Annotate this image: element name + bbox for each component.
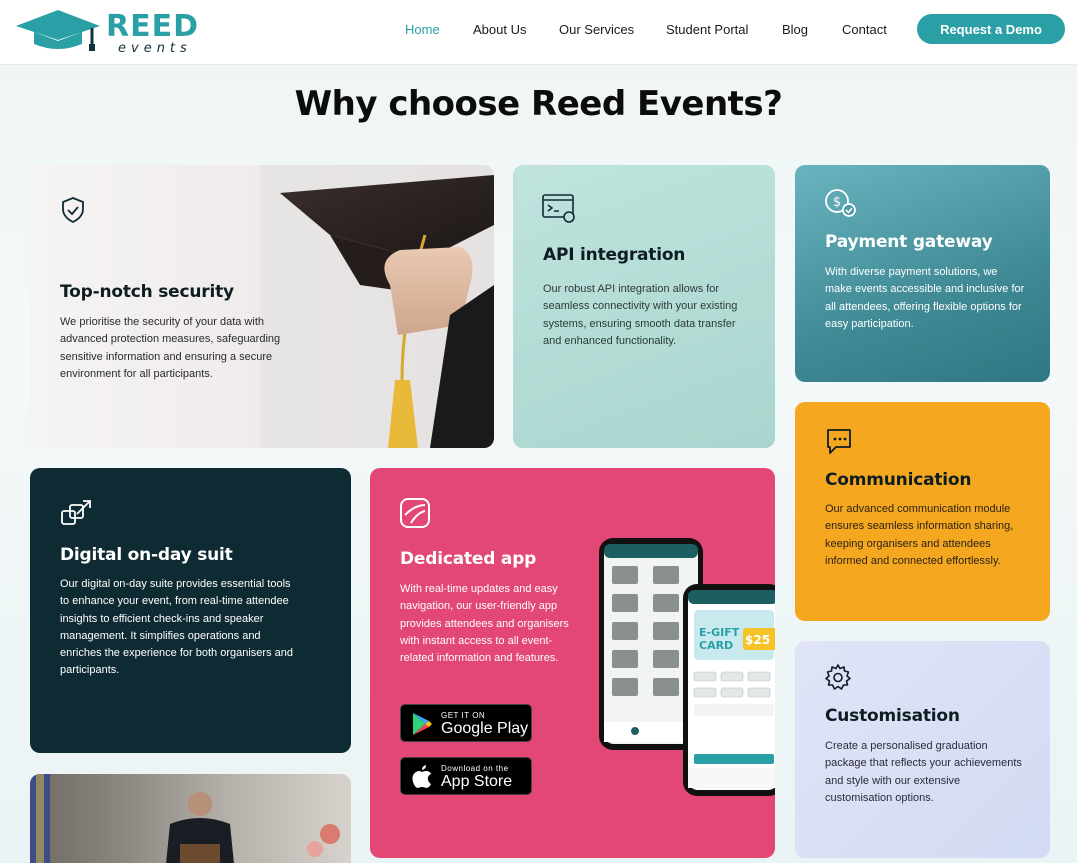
chat-bubble-icon bbox=[827, 429, 851, 454]
digital-title: Digital on-day suit bbox=[60, 545, 233, 565]
speaker-photo-card bbox=[30, 774, 351, 863]
digital-text: Our digital on-day suite provides essent… bbox=[60, 578, 293, 677]
reed-events-logo[interactable]: REED events bbox=[14, 8, 204, 56]
nav-contact[interactable]: Contact bbox=[842, 22, 887, 38]
logo-subtitle: events bbox=[118, 41, 192, 56]
graduation-cap-photo bbox=[260, 165, 494, 448]
app-text: With real-time updates and easy navigati… bbox=[400, 583, 569, 665]
google-play-big-text: Google Play bbox=[441, 720, 529, 737]
customisation-card: Customisation Create a personalised grad… bbox=[795, 641, 1050, 858]
app-phones-mockup: E-GIFT CARD $25 bbox=[599, 538, 775, 796]
gear-icon bbox=[825, 664, 851, 690]
customisation-title: Customisation bbox=[825, 706, 960, 726]
svg-text:$25: $25 bbox=[745, 633, 770, 647]
svg-text:CARD: CARD bbox=[699, 639, 733, 652]
app-store-small-text: Download on the bbox=[441, 764, 509, 773]
nav-blog[interactable]: Blog bbox=[782, 22, 808, 38]
app-logo-icon bbox=[400, 498, 430, 528]
request-demo-button[interactable]: Request a Demo bbox=[917, 14, 1065, 44]
api-title: API integration bbox=[543, 245, 686, 265]
svg-text:$: $ bbox=[833, 195, 841, 210]
dollar-coin-check-icon: $ bbox=[825, 189, 856, 217]
payment-title: Payment gateway bbox=[825, 232, 993, 252]
security-title: Top-notch security bbox=[60, 282, 234, 302]
customisation-text: Create a personalised graduation package… bbox=[825, 740, 1022, 804]
nav-our-services[interactable]: Our Services bbox=[559, 22, 634, 38]
api-text: Our robust API integration allows for se… bbox=[543, 283, 738, 347]
api-card: API integration Our robust API integrati… bbox=[513, 165, 775, 448]
communication-card: Communication Our advanced communication… bbox=[795, 402, 1050, 621]
app-store-button[interactable]: Download on the App Store bbox=[400, 757, 532, 795]
site-header: REED events Home About Us Our Services S… bbox=[0, 0, 1077, 65]
communication-text: Our advanced communication module ensure… bbox=[825, 503, 1014, 567]
apple-icon bbox=[412, 765, 431, 788]
page-title: Why choose Reed Events? bbox=[294, 84, 783, 124]
shield-check-icon bbox=[62, 197, 84, 224]
communication-title: Communication bbox=[825, 470, 972, 490]
google-play-button[interactable]: GET IT ON Google Play bbox=[400, 704, 532, 742]
terminal-plug-icon bbox=[542, 194, 575, 223]
app-store-big-text: App Store bbox=[441, 773, 513, 790]
payment-text: With diverse payment solutions, we make … bbox=[825, 266, 1025, 330]
svg-text:E-GIFT: E-GIFT bbox=[699, 626, 740, 639]
expand-squares-icon bbox=[61, 500, 91, 525]
security-card: Top-notch security We prioritise the sec… bbox=[30, 165, 494, 448]
nav-home[interactable]: Home bbox=[405, 22, 440, 38]
payment-card: $ Payment gateway With diverse payment s… bbox=[795, 165, 1050, 382]
graduation-cap-logo-icon bbox=[16, 10, 100, 51]
google-play-small-text: GET IT ON bbox=[441, 711, 486, 720]
speaker-photo bbox=[30, 774, 340, 863]
nav-student-portal[interactable]: Student Portal bbox=[666, 22, 748, 38]
nav-about-us[interactable]: About Us bbox=[473, 22, 526, 38]
dedicated-app-card: Dedicated app With real-time updates and… bbox=[370, 468, 775, 858]
app-title: Dedicated app bbox=[400, 549, 537, 569]
digital-suite-card: Digital on-day suit Our digital on-day s… bbox=[30, 468, 351, 753]
google-play-icon bbox=[413, 713, 432, 735]
security-text: We prioritise the security of your data … bbox=[60, 316, 281, 380]
logo-wordmark: REED bbox=[106, 9, 199, 44]
